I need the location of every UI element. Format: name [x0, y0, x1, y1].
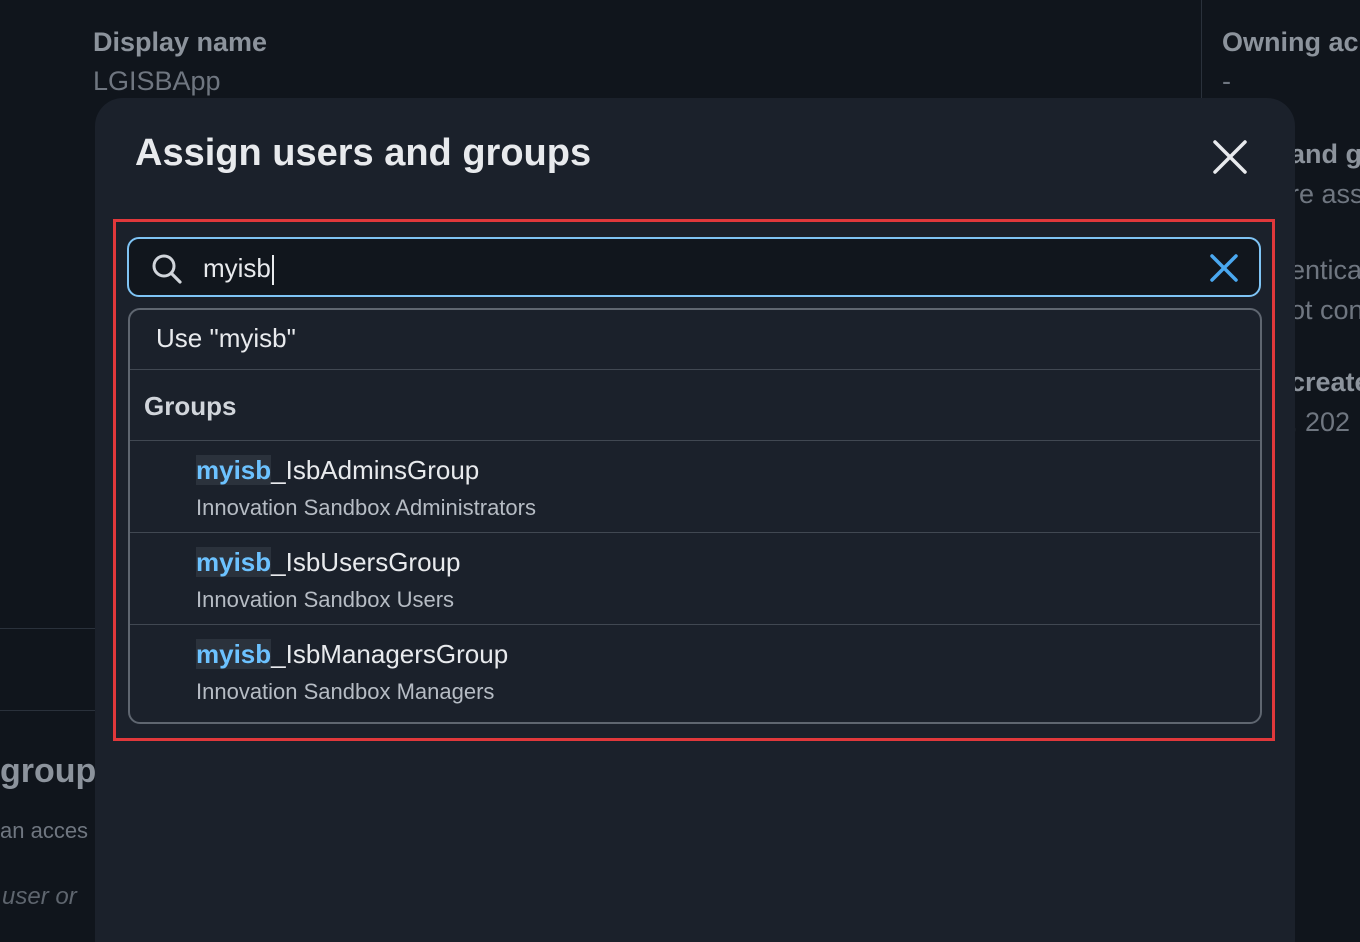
groups-section-header: Groups	[130, 370, 1260, 441]
group-option-description: Innovation Sandbox Users	[196, 587, 455, 612]
background-heading: group	[0, 752, 97, 790]
group-option-description: Innovation Sandbox Managers	[196, 679, 495, 704]
group-name-rest: _IsbAdminsGroup	[271, 455, 480, 485]
background-fragment: ot con	[1290, 295, 1360, 325]
group-option-title: myisb_IsbUsersGroup	[196, 547, 460, 578]
app-background: Display name LGISBApp Owning ac - and g …	[0, 0, 1360, 942]
group-option-admins[interactable]: myisb_IsbAdminsGroup Innovation Sandbox …	[130, 441, 1260, 533]
search-input-value[interactable]: myisb	[203, 251, 274, 286]
search-match-highlight: myisb	[196, 639, 272, 669]
clear-search-button[interactable]	[1207, 251, 1241, 285]
modal-title: Assign users and groups	[135, 132, 592, 174]
background-fragment: user or	[2, 883, 77, 910]
text-caret	[271, 255, 274, 286]
background-fragment: create	[1290, 367, 1360, 397]
close-icon	[1213, 140, 1247, 174]
background-fragment: an acces	[0, 818, 89, 843]
group-option-managers[interactable]: myisb_IsbManagersGroup Innovation Sandbo…	[130, 625, 1260, 717]
group-option-description: Innovation Sandbox Administrators	[196, 495, 536, 520]
assign-users-modal: Assign users and groups myisb Use "myisb…	[95, 98, 1295, 942]
groups-header-label: Groups	[144, 391, 237, 421]
owning-account-value: -	[1222, 66, 1231, 96]
background-divider	[0, 628, 100, 629]
search-icon	[152, 254, 182, 284]
display-name-value: LGISBApp	[93, 66, 221, 96]
group-name-rest: _IsbUsersGroup	[271, 547, 461, 577]
search-match-highlight: myisb	[196, 455, 272, 485]
search-match-highlight: myisb	[196, 547, 272, 577]
use-typed-value-label: Use "myisb"	[156, 323, 296, 353]
search-input[interactable]: myisb	[127, 237, 1261, 297]
clear-icon	[1210, 254, 1238, 282]
display-name-label: Display name	[93, 27, 268, 57]
search-results-dropdown: Use "myisb" Groups myisb_IsbAdminsGroup …	[128, 308, 1262, 724]
owning-account-label: Owning ac	[1222, 27, 1359, 57]
close-button[interactable]	[1205, 132, 1255, 182]
group-option-title: myisb_IsbAdminsGroup	[196, 455, 479, 486]
background-fragment: , 202	[1290, 407, 1351, 437]
background-divider	[0, 710, 100, 711]
group-option-title: myisb_IsbManagersGroup	[196, 639, 508, 670]
background-fragment: re ass	[1290, 179, 1360, 209]
group-option-users[interactable]: myisb_IsbUsersGroup Innovation Sandbox U…	[130, 533, 1260, 625]
background-fragment: entica	[1290, 255, 1360, 285]
background-fragment: and g	[1290, 139, 1360, 169]
group-name-rest: _IsbManagersGroup	[271, 639, 509, 669]
use-typed-value-option[interactable]: Use "myisb"	[130, 310, 1260, 370]
